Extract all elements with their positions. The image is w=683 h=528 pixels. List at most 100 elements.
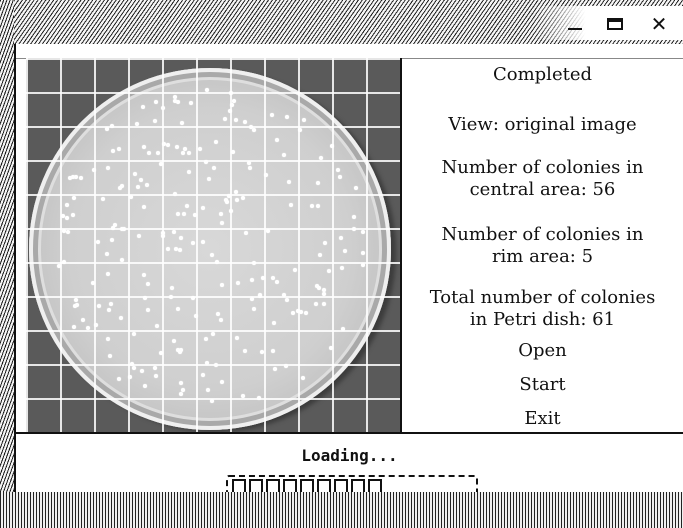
colony-dot [318, 252, 323, 257]
colony-dot [354, 186, 359, 191]
title-bar[interactable]: ✕ [14, 0, 683, 46]
colony-dot [187, 151, 192, 156]
colony-layer [26, 58, 400, 434]
colony-dot [146, 307, 151, 312]
colony-dot [234, 197, 239, 202]
colony-dot [65, 216, 69, 221]
colony-dot [249, 278, 254, 282]
colony-dot [341, 326, 346, 331]
colony-dot [314, 302, 319, 306]
colony-dot [271, 275, 276, 280]
start-button[interactable]: Start [462, 371, 623, 399]
colony-dot [64, 203, 69, 207]
colony-dot [134, 122, 139, 126]
exit-button[interactable]: Exit [462, 405, 623, 433]
colony-dot [189, 100, 194, 105]
colony-dot [285, 114, 289, 119]
maximize-button[interactable] [603, 12, 627, 36]
colony-dot [204, 87, 209, 92]
colony-dot [131, 366, 136, 371]
colony-dot [214, 139, 219, 144]
colony-dot [142, 145, 147, 150]
colony-dot [96, 239, 100, 244]
colony-dot [281, 292, 286, 297]
colony-dot [170, 285, 175, 290]
colony-dot [169, 295, 174, 300]
colony-dot [235, 280, 240, 285]
colony-dot [301, 117, 306, 122]
colony-dot [328, 346, 333, 351]
colony-dot [120, 258, 125, 263]
status-text: Completed [492, 64, 593, 85]
colony-dot [140, 104, 145, 109]
colony-dot [309, 203, 314, 208]
colony-dot [133, 171, 138, 176]
colony-dot [153, 118, 157, 123]
colony-dot [176, 211, 181, 216]
close-button[interactable]: ✕ [647, 12, 671, 36]
colony-dot [109, 124, 114, 129]
colony-dot [140, 368, 145, 373]
window-bottom-border [0, 492, 683, 528]
colony-dot [105, 127, 110, 132]
colony-dot [251, 127, 256, 132]
colony-dot [105, 271, 110, 276]
colony-dot [62, 259, 67, 264]
colony-dot [283, 363, 288, 368]
colony-dot [216, 311, 221, 316]
colony-dot [142, 272, 147, 277]
colony-dot [257, 292, 262, 297]
colony-dot [158, 350, 163, 355]
colony-dot [227, 109, 232, 114]
colony-dot [250, 297, 255, 302]
colony-dot [315, 204, 320, 208]
colony-dot [251, 306, 256, 311]
colony-dot [323, 241, 328, 245]
colony-dot [182, 212, 187, 217]
rim-count-line1: Number of colonies in [441, 224, 644, 245]
colony-dot [235, 336, 240, 341]
colony-dot [172, 339, 177, 344]
colony-dot [203, 160, 208, 165]
colony-dot [90, 281, 95, 286]
total-count-line1: Total number of colonies [429, 287, 656, 308]
colony-dot [86, 325, 91, 330]
minimize-button[interactable] [563, 12, 587, 36]
loading-label: Loading... [301, 446, 398, 465]
colony-dot [106, 307, 111, 312]
colony-dot [135, 185, 140, 190]
colony-dot [214, 363, 219, 368]
open-button[interactable]: Open [462, 337, 623, 365]
colony-dot [154, 373, 159, 378]
colony-dot [321, 292, 326, 297]
colony-dot [361, 230, 366, 234]
colony-dot [153, 99, 158, 104]
colony-dot [178, 380, 183, 385]
colony-dot [105, 336, 110, 341]
colony-dot [220, 221, 224, 226]
colony-dot [152, 366, 157, 371]
colony-dot [266, 228, 271, 233]
colony-dot [352, 215, 356, 220]
colony-dot [269, 113, 274, 118]
colony-dot [72, 324, 76, 329]
central-count-line1: Number of colonies in [441, 157, 644, 178]
colony-dot [74, 297, 79, 302]
info-panel: Completed View: original image Number of… [402, 58, 683, 434]
colony-dot [210, 331, 215, 336]
maximize-icon [607, 18, 623, 30]
colony-dot [206, 387, 211, 392]
colony-dot [222, 116, 227, 121]
colony-dot [129, 361, 134, 366]
colony-dot [138, 178, 143, 183]
colony-dot [223, 197, 228, 202]
colony-dot [111, 225, 116, 230]
colony-dot [118, 316, 123, 321]
colony-dot [81, 318, 86, 323]
colony-dot [314, 284, 319, 289]
colony-dot [100, 196, 105, 201]
colony-dot [143, 383, 147, 388]
colony-dot [136, 234, 141, 239]
top-strip [16, 44, 683, 59]
colony-dot [200, 239, 205, 244]
